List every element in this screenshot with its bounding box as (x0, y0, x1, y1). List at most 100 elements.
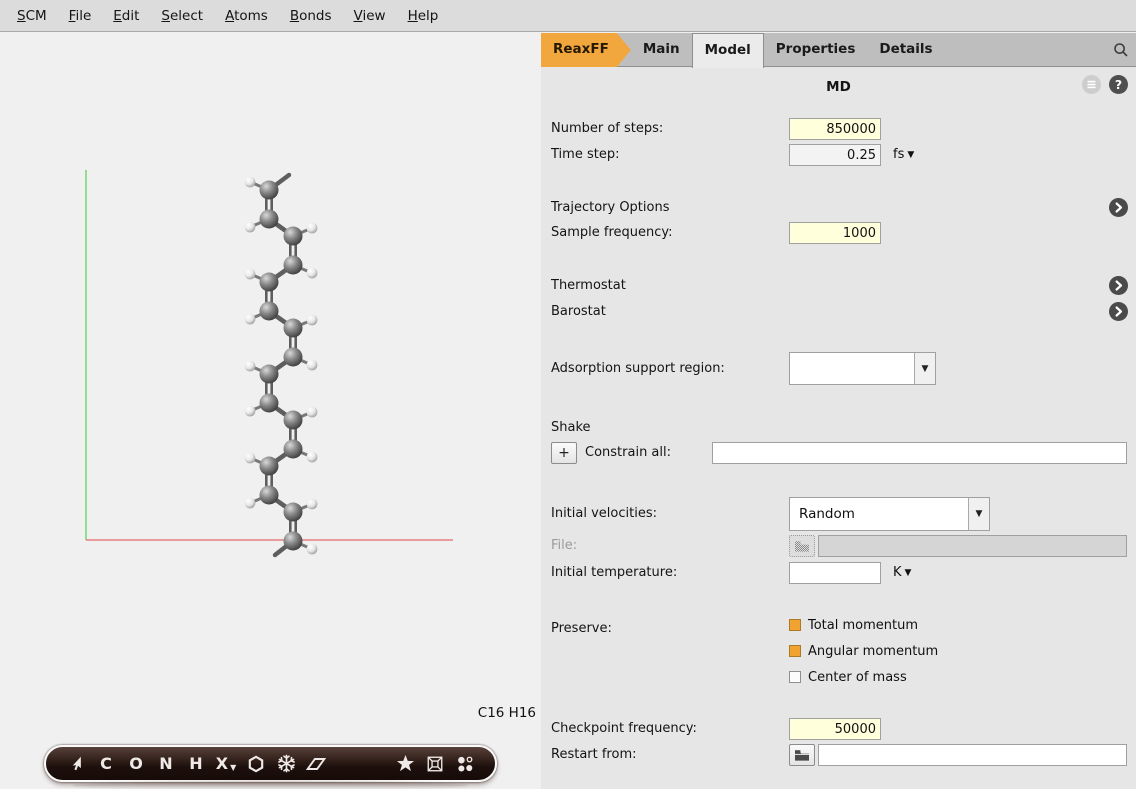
shake-label: Shake (551, 418, 591, 437)
fragments-button[interactable] (450, 749, 480, 779)
tab-properties[interactable]: Properties (764, 33, 868, 67)
hydrogen-atom[interactable] (245, 406, 256, 417)
hydrogen-atom[interactable] (245, 222, 256, 233)
hydrogen-atom[interactable] (307, 268, 318, 279)
carbon-atom[interactable] (260, 181, 279, 200)
carbon-atom[interactable] (284, 503, 303, 522)
trajectory-options-expand-button[interactable] (1109, 198, 1128, 217)
hydrogen-atom[interactable] (245, 361, 256, 372)
hydrogen-atom[interactable] (307, 315, 318, 326)
element-c-button[interactable]: C (91, 749, 121, 779)
preserve-option-center-of-mass[interactable]: Center of mass (789, 668, 907, 686)
carbon-atom[interactable] (284, 319, 303, 338)
hydrogen-atom[interactable] (245, 453, 256, 464)
checkbox-unchecked-icon[interactable] (789, 671, 801, 683)
menu-scm[interactable]: SCM (6, 4, 58, 28)
element-o-button[interactable]: O (121, 749, 151, 779)
hydrogen-atom[interactable] (307, 407, 318, 418)
menu-help[interactable]: Help (397, 4, 450, 28)
molecule-scene (0, 33, 541, 745)
carbon-atom[interactable] (260, 302, 279, 321)
hydrogen-atom[interactable] (307, 499, 318, 510)
carbon-atom[interactable] (284, 227, 303, 246)
hydrogen-atom[interactable] (307, 360, 318, 371)
checkpoint-frequency-row: Checkpoint frequency: (541, 718, 1136, 740)
thermostat-label: Thermostat (551, 276, 626, 295)
carbon-atom[interactable] (284, 440, 303, 459)
help-icon[interactable]: ? (1109, 75, 1128, 98)
carbon-atom[interactable] (260, 394, 279, 413)
barostat-row: Barostat (541, 302, 1136, 321)
tab-model[interactable]: Model (692, 33, 764, 68)
search-icon[interactable] (1106, 33, 1136, 66)
parallelogram-icon (306, 756, 326, 772)
hydrogen-atom[interactable] (307, 223, 318, 234)
app-window: SCMFileEditSelectAtomsBondsViewHelp C16 … (0, 0, 1136, 789)
menu-atoms[interactable]: Atoms (214, 4, 279, 28)
svg-text:?: ? (1115, 77, 1122, 92)
snowflake-icon (277, 754, 296, 773)
preserve-option-total-momentum[interactable]: Total momentum (789, 616, 918, 634)
cell-box-button[interactable] (420, 749, 450, 779)
hydrogen-atom[interactable] (307, 544, 318, 555)
carbon-atom[interactable] (284, 411, 303, 430)
ring-tool-button[interactable] (241, 749, 271, 779)
menu-bonds[interactable]: Bonds (279, 4, 343, 28)
hydrogen-atom[interactable] (245, 314, 256, 325)
hydrogen-atom[interactable] (245, 498, 256, 509)
favorites-button[interactable] (390, 749, 420, 779)
barostat-label: Barostat (551, 302, 606, 321)
tab-details[interactable]: Details (867, 33, 944, 67)
tab-reaxff[interactable]: ReaxFF (541, 33, 631, 67)
element-letter: H (189, 754, 202, 773)
barostat-expand-button[interactable] (1109, 302, 1128, 321)
velocities-file-label: File: (551, 535, 577, 557)
time-step-unit-dropdown[interactable]: fs▼ (893, 144, 914, 166)
checkbox-label: Center of mass (808, 670, 907, 685)
checkbox-checked-icon[interactable] (789, 645, 801, 657)
menu-file[interactable]: File (58, 4, 103, 28)
hexagon-icon (247, 755, 265, 773)
freeze-tool-button[interactable] (271, 749, 301, 779)
element-n-button[interactable]: N (151, 749, 181, 779)
add-constraint-button[interactable]: + (551, 442, 577, 464)
preserve-option-angular-momentum[interactable]: Angular momentum (789, 642, 938, 660)
cursor-tool-button[interactable] (61, 749, 91, 779)
hydrogen-atom[interactable] (307, 452, 318, 463)
thermostat-expand-button[interactable] (1109, 276, 1128, 295)
carbon-atom[interactable] (260, 210, 279, 229)
md-panel-content: MD ? Number of steps: Time step: fs▼ Tra… (541, 67, 1136, 789)
temperature-unit-dropdown[interactable]: K▼ (893, 562, 911, 584)
hydrogen-atom[interactable] (245, 269, 256, 280)
number-of-steps-input[interactable] (789, 118, 881, 140)
menu-edit[interactable]: Edit (102, 4, 150, 28)
element-h-button[interactable]: H (181, 749, 211, 779)
menu-view[interactable]: View (343, 4, 397, 28)
panel-menu-icon[interactable] (1082, 75, 1101, 98)
carbon-atom[interactable] (260, 486, 279, 505)
hydrogen-atom[interactable] (245, 177, 256, 188)
initial-temperature-input[interactable] (789, 562, 881, 584)
initial-velocities-select[interactable]: Random ▼ (789, 497, 990, 531)
restart-browse-button[interactable] (789, 744, 815, 766)
time-step-input[interactable] (789, 144, 881, 166)
element-x-button[interactable]: X▼ (211, 749, 241, 779)
molecule-viewer[interactable]: C16 H16 CONHX▼ (0, 33, 541, 789)
carbon-atom[interactable] (284, 256, 303, 275)
menu-select[interactable]: Select (150, 4, 214, 28)
bonds (250, 175, 312, 555)
tab-main[interactable]: Main (631, 33, 692, 67)
constrain-all-label: Constrain all: (585, 442, 671, 464)
carbon-atom[interactable] (284, 348, 303, 367)
carbon-atom[interactable] (260, 457, 279, 476)
checkpoint-frequency-input[interactable] (789, 718, 881, 740)
carbon-atom[interactable] (284, 532, 303, 551)
restart-from-input[interactable] (818, 744, 1127, 766)
carbon-atom[interactable] (260, 273, 279, 292)
constrain-all-input[interactable] (712, 442, 1127, 464)
adsorption-region-select[interactable]: ▼ (789, 352, 936, 385)
plane-tool-button[interactable] (301, 749, 331, 779)
sample-frequency-input[interactable] (789, 222, 881, 244)
carbon-atom[interactable] (260, 365, 279, 384)
checkbox-checked-icon[interactable] (789, 619, 801, 631)
